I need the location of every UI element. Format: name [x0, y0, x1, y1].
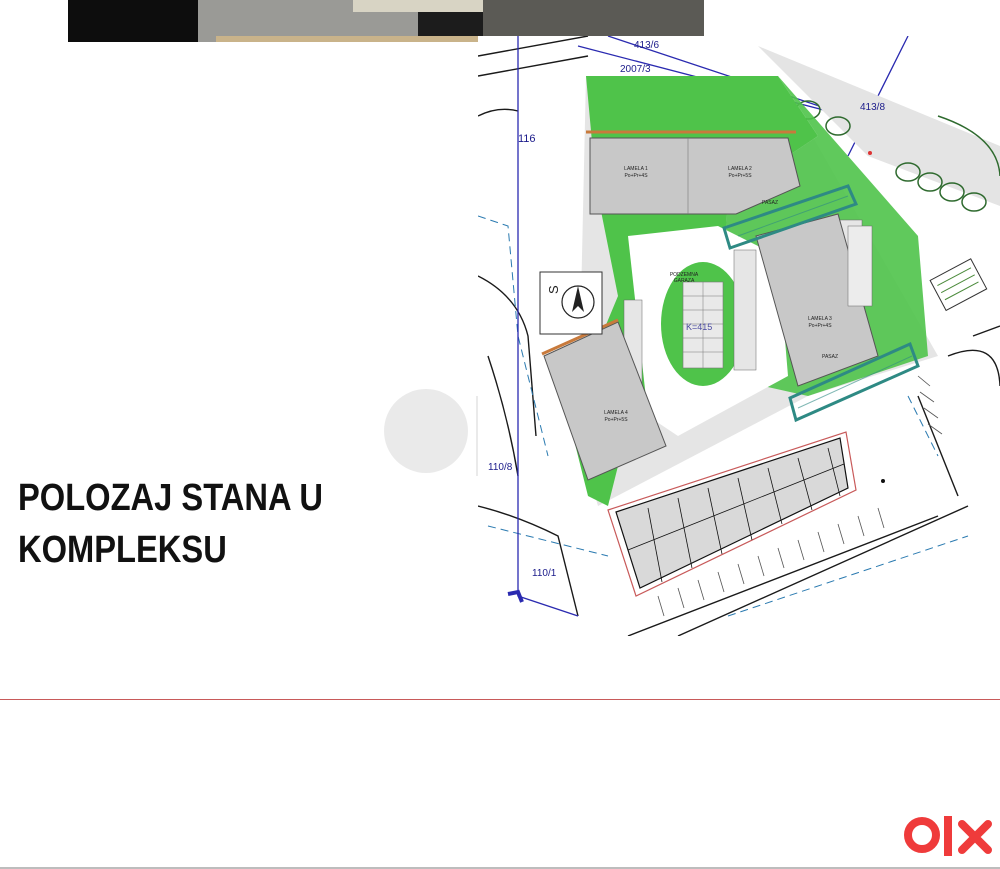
parcel-label-2: 2007/3: [620, 64, 651, 75]
north-label: S: [546, 285, 561, 294]
lamela-2-name: LAMELA 2: [728, 166, 752, 172]
passage-label-2: PASAZ: [822, 354, 838, 360]
lamela-1-name: LAMELA 1: [624, 166, 648, 172]
lamela-1-floors: Po+Pr+4S: [624, 173, 648, 179]
lamela-4-name: LAMELA 4: [604, 410, 628, 416]
passage-label-1: PASAZ: [762, 200, 778, 206]
parcel-label-6: 110/1: [532, 568, 557, 579]
olx-logo-icon: [904, 816, 992, 856]
heading-line-1: POLOZAJ STANA U: [18, 477, 324, 519]
site-plan: 413/6 2007/3 413/8 116 110/8 110/1 K=415…: [478, 36, 1000, 636]
divider-line: [0, 699, 1000, 700]
lamela-3-name: LAMELA 3: [808, 316, 832, 322]
lamela-4-floors: Po+Pr+5S: [604, 417, 628, 423]
parcel-label-5: 110/8: [488, 462, 513, 473]
elevation-label: K=415: [686, 322, 712, 332]
lamela-3-floors: Po+Pr+4S: [808, 323, 832, 329]
lamela-2-floors: Po+Pr+5S: [728, 173, 752, 179]
garage-label-2: GARAZA: [674, 278, 695, 284]
parcel-label-3: 413/8: [860, 102, 885, 113]
heading-line-2: KOMPLEKSU: [18, 529, 227, 571]
page-heading: POLOZAJ STANA U KOMPLEKSU: [18, 472, 323, 576]
parcel-label-1: 413/6: [634, 40, 659, 51]
parcel-label-4: 116: [518, 133, 536, 145]
